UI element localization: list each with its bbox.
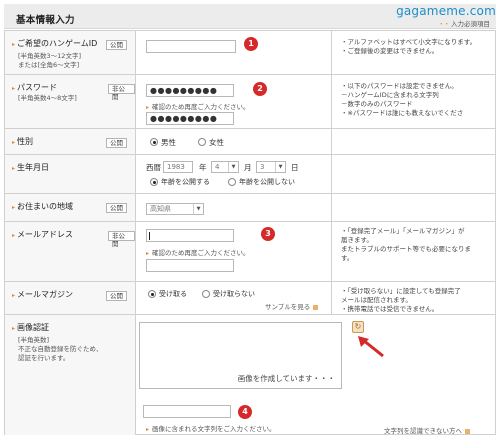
captcha-input[interactable] xyxy=(143,405,231,418)
marker-3: 3 xyxy=(261,227,275,241)
newsletter-decline-radio[interactable] xyxy=(202,290,210,298)
badge-private: 非公開 xyxy=(108,84,135,101)
note-line: －数字のみのパスワード xyxy=(341,100,413,108)
day-unit: 日 xyxy=(291,163,299,172)
row-gender: ▸ 性別 公開 男性 女性 xyxy=(5,128,495,154)
site-watermark: gagameme.com xyxy=(396,4,496,18)
note-line: 届きます。 xyxy=(341,236,373,244)
gender-male-label: 男性 xyxy=(161,138,176,147)
red-arrow-icon xyxy=(358,336,384,358)
label-hungame-id: ご希望のハンゲームID xyxy=(17,39,98,48)
captcha-generating-text: 画像を作成しています・・・ xyxy=(237,374,335,383)
chevron-down-icon: ▼ xyxy=(228,162,238,172)
chevron-down-icon: ▼ xyxy=(275,162,285,172)
year-unit: 年 xyxy=(199,163,207,172)
newsletter-decline-label: 受け取らない xyxy=(213,290,255,298)
marker-4: 4 xyxy=(238,405,252,419)
cannot-recognize-link[interactable]: 文字列を認識できない方へ xyxy=(384,425,470,435)
month-unit: 月 xyxy=(244,163,252,172)
hungame-id-rule-2: または[全角6〜文字] xyxy=(18,61,80,69)
newsletter-receive-radio[interactable] xyxy=(148,290,156,298)
birth-month-select[interactable]: 4 ▼ xyxy=(211,161,239,173)
region-select[interactable]: 高知県 ▼ xyxy=(146,203,204,215)
form-title: 基本情報入力 xyxy=(16,15,75,26)
password-confirm-hint: 確認のため再度ご入力ください。 xyxy=(152,103,250,111)
note-line: ・携帯電話では受信できません。 xyxy=(341,305,439,313)
password-confirm-input[interactable]: ●●●●●●●●● xyxy=(146,112,234,125)
label-newsletter: メールマガジン xyxy=(17,290,74,299)
password-input[interactable]: ●●●●●●●●● xyxy=(146,84,234,97)
note-line: ・ご登録後の変更はできません。 xyxy=(341,47,439,55)
label-password: パスワード xyxy=(17,83,58,92)
era-label: 西暦 xyxy=(146,163,161,172)
badge-public: 公開 xyxy=(106,203,127,213)
age-public-label: 年齢を公開する xyxy=(161,178,210,186)
arrow-square-icon xyxy=(313,304,319,310)
captcha-rule-3: 認証を行います。 xyxy=(18,354,70,362)
note-line: メールは配信されます。 xyxy=(341,296,412,304)
badge-public: 公開 xyxy=(106,40,127,50)
label-gender: 性別 xyxy=(17,137,34,146)
note-line: またトラブルのサポート等でも必要になりま xyxy=(341,245,471,253)
label-captcha: 画像認証 xyxy=(17,323,50,332)
required-legend: ・・ 入力必須項目 xyxy=(438,20,490,28)
captcha-rule-1: [半角英数] xyxy=(18,336,50,344)
captcha-hint: 画像に含まれる文字列をご入力ください。 xyxy=(152,425,276,433)
row-email: ▸ メールアドレス 非公開 3 ▸ 確認のため再度ご入力ください。 ・「登録完了メー… xyxy=(5,221,495,281)
note-line: ・「受け取らない」に設定しても登録完了 xyxy=(341,287,461,295)
arrow-square-icon xyxy=(465,428,470,434)
marker-2: 2 xyxy=(253,82,267,96)
row-newsletter: ▸ メールマガジン 公開 受け取る 受け取らない サンプルを見る ・「受け取らない… xyxy=(5,281,495,314)
badge-private: 非公開 xyxy=(108,231,135,248)
captcha-rule-2: 不正な自動登録を防ぐため、 xyxy=(18,345,103,353)
age-public-radio[interactable] xyxy=(150,178,158,186)
note-line: ・以下のパスワードは設定できません。 xyxy=(341,82,458,90)
chevron-down-icon: ▼ xyxy=(193,204,203,214)
hungame-id-rule-1: [半角英数3〜12文字] xyxy=(18,52,81,60)
label-region: お住まいの地域 xyxy=(17,202,74,211)
note-line: －ハンゲームIDに含まれる文字列 xyxy=(341,91,439,99)
badge-public: 公開 xyxy=(106,291,127,301)
email-confirm-input[interactable] xyxy=(146,259,234,272)
sample-link[interactable]: サンプルを見る xyxy=(265,301,319,311)
row-hungame-id: ▸ ご希望のハンゲームID [半角英数3〜12文字] または[全角6〜文字] 公開… xyxy=(5,30,495,74)
password-rule: [半角英数4〜8文字] xyxy=(18,94,77,102)
gender-female-label: 女性 xyxy=(209,138,224,147)
label-birthday: 生年月日 xyxy=(17,163,50,172)
gender-female-radio[interactable] xyxy=(198,138,206,146)
captcha-image: 画像を作成しています・・・ xyxy=(139,322,342,389)
row-birthday: ▸ 生年月日 西暦 1983 年 4 ▼ 月 3 ▼ 日 年齢を公開する 年齢を公開し… xyxy=(5,154,495,193)
age-private-label: 年齢を公開しない xyxy=(239,178,295,186)
note-line: す。 xyxy=(341,254,354,262)
birth-year-input[interactable]: 1983 xyxy=(163,161,193,173)
refresh-icon[interactable]: ↻ xyxy=(352,321,364,333)
note-line: ・「登録完了メール」「メールマガジン」が xyxy=(341,227,465,235)
age-private-radio[interactable] xyxy=(228,178,236,186)
text-cursor xyxy=(149,232,150,240)
newsletter-receive-label: 受け取る xyxy=(159,290,187,298)
email-confirm-hint: 確認のため再度ご入力ください。 xyxy=(152,249,250,257)
email-input[interactable] xyxy=(146,229,234,242)
hungame-id-input[interactable] xyxy=(146,40,236,53)
note-line: ・アルファベットはすべて小文字になります。 xyxy=(341,38,477,46)
badge-public: 公開 xyxy=(106,138,127,148)
marker-1: 1 xyxy=(244,37,258,51)
note-line: ・※パスワードは誰にも教えないでくださ xyxy=(341,109,464,117)
label-email: メールアドレス xyxy=(17,230,74,239)
row-region: ▸ お住まいの地域 公開 高知県 ▼ xyxy=(5,193,495,221)
gender-male-radio[interactable] xyxy=(150,138,158,146)
row-password: ▸ パスワード [半角英数4〜8文字] 非公開 ●●●●●●●●● 2 ▸ 確認のた… xyxy=(5,74,495,128)
birth-day-select[interactable]: 3 ▼ xyxy=(256,161,286,173)
